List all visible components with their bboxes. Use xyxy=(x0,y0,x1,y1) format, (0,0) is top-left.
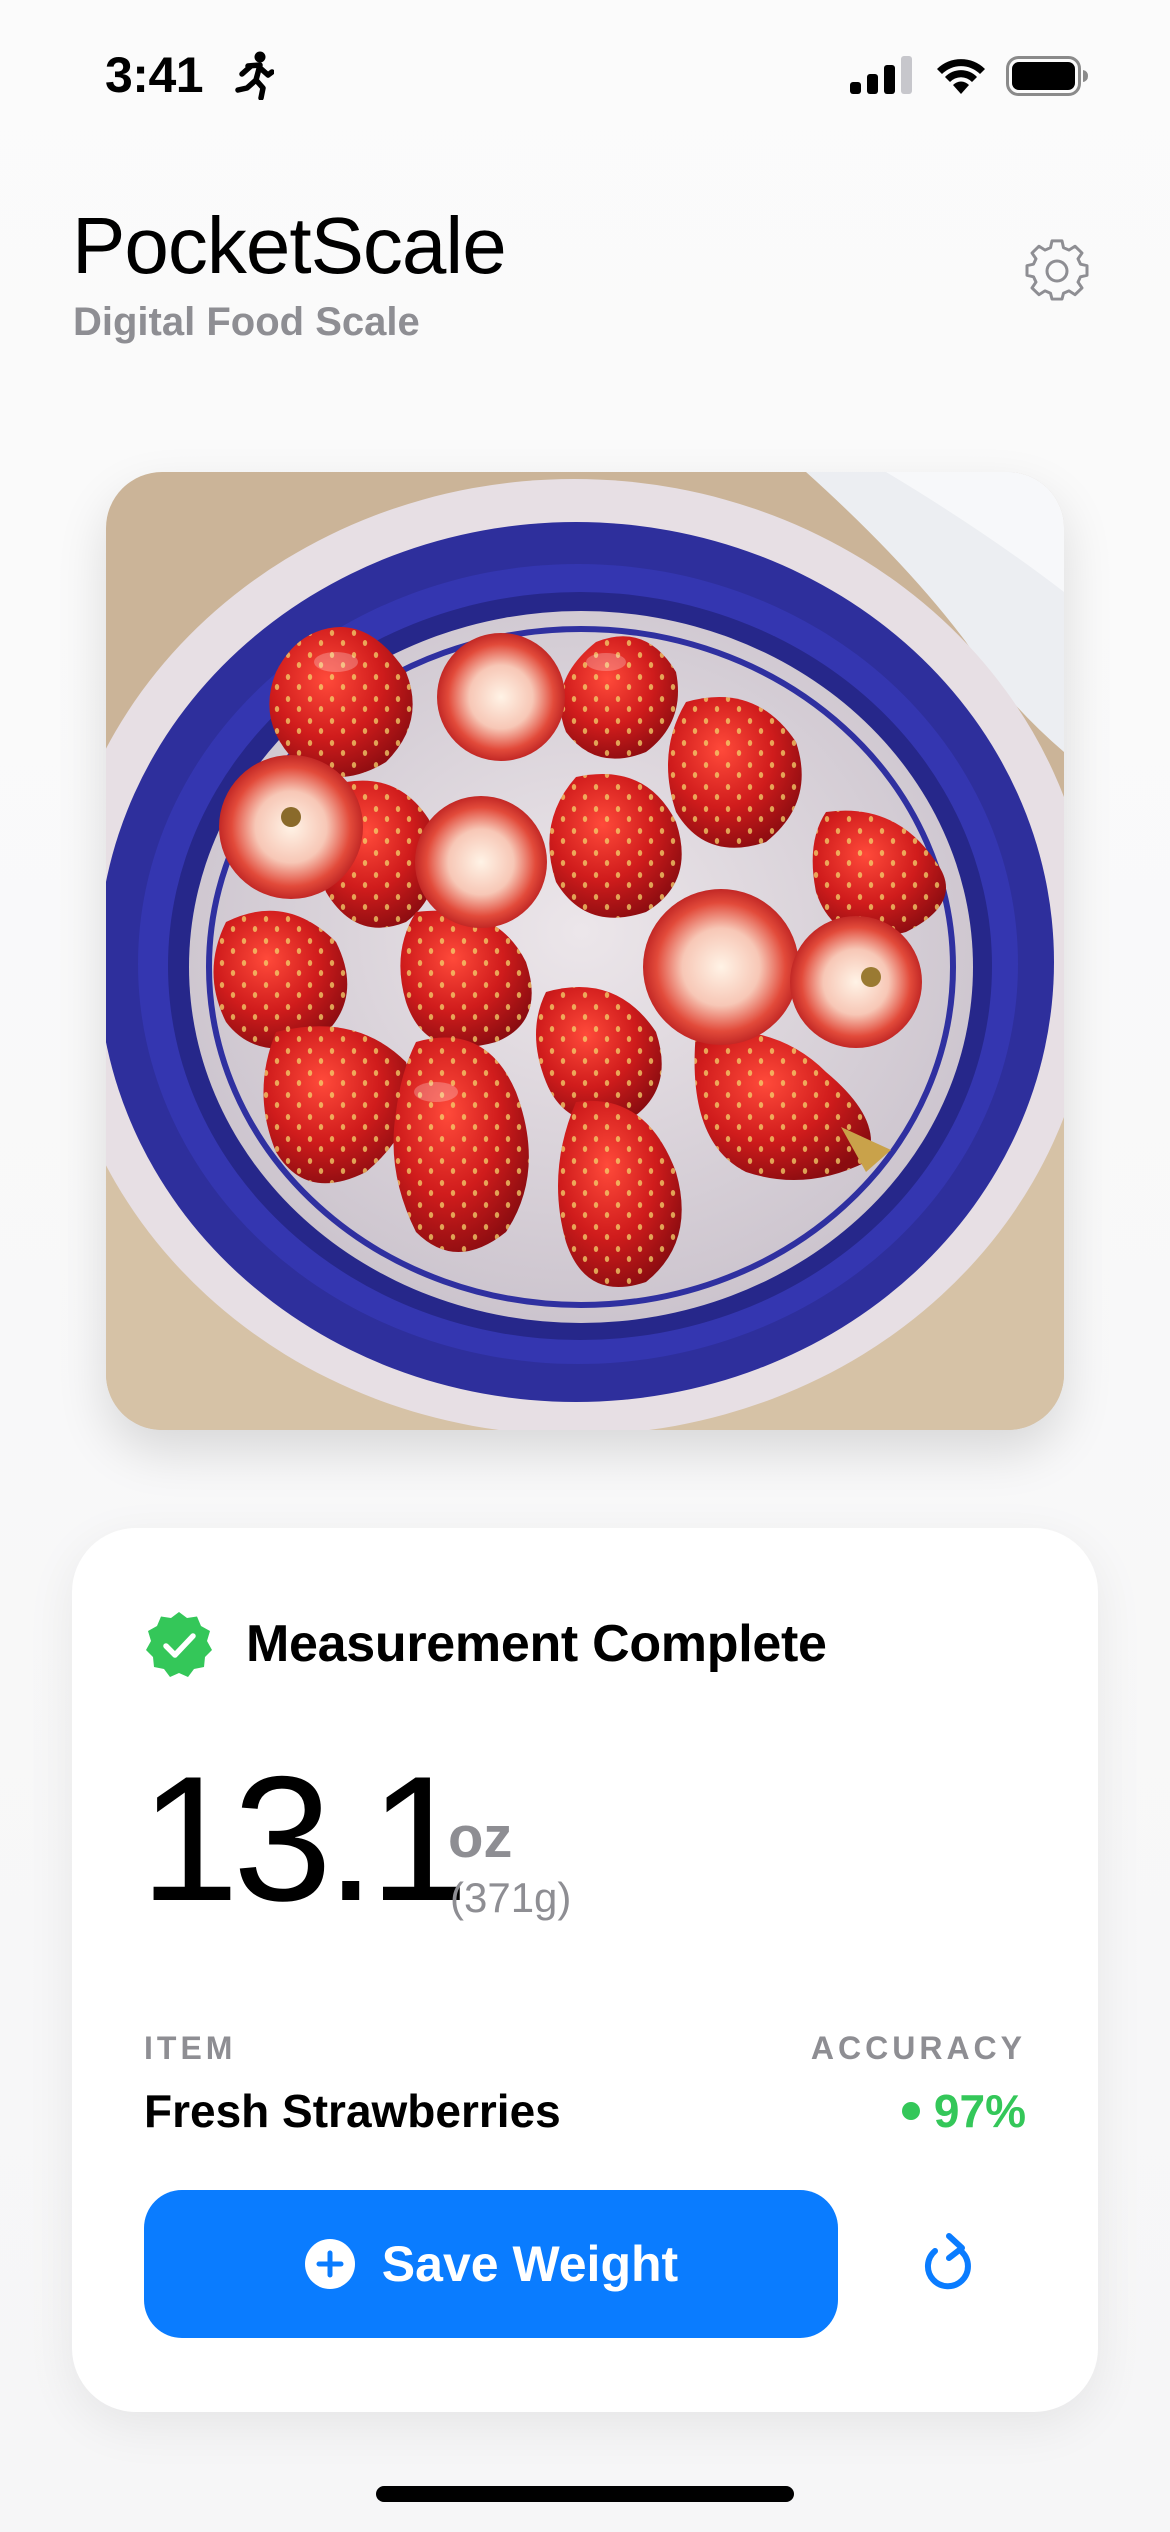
save-weight-button[interactable]: Save Weight xyxy=(144,2190,838,2338)
weight-unit: oz xyxy=(448,1805,513,1870)
running-figure-icon xyxy=(230,50,275,101)
verified-check-badge-icon xyxy=(144,1610,214,1680)
app-screen: 3:41 PocketScale Digital Food Scale Meas… xyxy=(0,0,1170,2532)
refresh-button[interactable] xyxy=(914,2228,984,2300)
save-button-label: Save Weight xyxy=(381,2236,679,2292)
item-label: ITEM xyxy=(144,2030,237,2066)
app-title: PocketScale xyxy=(72,201,507,290)
accuracy-value: 97% xyxy=(933,2085,1026,2137)
accuracy-dot xyxy=(901,2102,920,2120)
weight-grams: (371g) xyxy=(450,1874,572,1921)
gear-icon xyxy=(1025,238,1089,308)
plus-circle-icon xyxy=(304,2238,356,2290)
accuracy-label: ACCURACY xyxy=(810,2030,1026,2066)
strawberry-bowl-image xyxy=(106,472,1064,1430)
status-bar: 3:41 xyxy=(0,0,1170,150)
accuracy-value-wrap: 97% xyxy=(901,2084,1026,2138)
cellular-signal-icon xyxy=(850,56,914,96)
weight-value: 13.1 xyxy=(140,1739,468,1938)
settings-button[interactable] xyxy=(1022,238,1092,308)
status-time: 3:41 xyxy=(105,47,204,103)
measurement-card: Measurement Complete 13.1 oz (371g) ITEM… xyxy=(72,1528,1098,2412)
food-photo xyxy=(106,472,1064,1430)
refresh-icon xyxy=(919,2230,979,2299)
battery-full-icon xyxy=(1006,56,1090,96)
app-subtitle: Digital Food Scale xyxy=(73,300,420,344)
measurement-status: Measurement Complete xyxy=(246,1615,827,1673)
home-indicator[interactable] xyxy=(376,2486,794,2502)
item-value: Fresh Strawberries xyxy=(144,2085,561,2137)
wifi-icon xyxy=(936,56,986,96)
